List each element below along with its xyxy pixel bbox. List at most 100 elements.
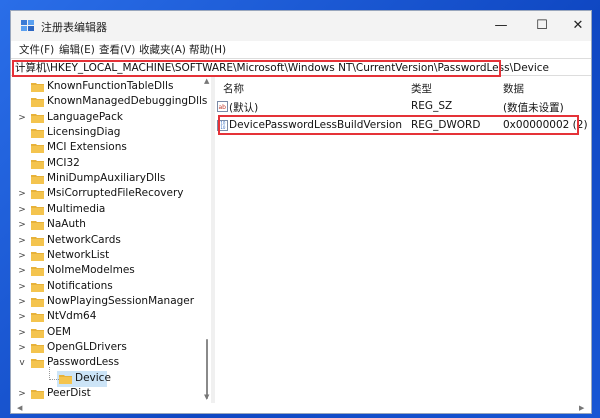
value-name: (默认) [229,102,259,114]
tree-item-networkcards[interactable]: > NetworkCards [11,233,203,249]
tree-item-minidumpauxiliarydlls[interactable]: MiniDumpAuxiliaryDlls [11,171,203,187]
chevron-right-icon[interactable]: > [17,265,27,277]
regedit-app-icon [21,20,34,31]
title-bar[interactable]: 注册表编辑器 — ☐ ✕ [11,11,591,41]
chevron-right-icon[interactable]: > [17,327,27,339]
address-bar[interactable]: 计算机\HKEY_LOCAL_MACHINE\SOFTWARE\Microsof… [11,58,591,76]
menu-bar: 文件(F) 编辑(E) 查看(V) 收藏夹(A) 帮助(H) [11,41,591,58]
column-header-name[interactable]: 名称 [223,81,244,96]
value-data: (数值未设置) [503,102,564,114]
scroll-left-arrow-icon[interactable]: ◀ [17,404,22,412]
scroll-up-arrow-icon[interactable]: ▲ [204,77,209,85]
tree-item-label: NaAuth [47,218,86,231]
tree-item-knownfunctiontabledlls[interactable]: KnownFunctionTableDlls [11,79,203,95]
tree-item-languagepack[interactable]: > LanguagePack [11,110,203,126]
values-list: 名称 类型 数据 ab (默认) REG_SZ (数值未设置) 010 110 … [215,77,591,403]
value-type: REG_SZ [411,100,453,112]
chevron-down-icon[interactable]: v [17,357,27,369]
chevron-right-icon [17,142,27,154]
chevron-right-icon[interactable]: > [17,388,27,400]
tree-item-networklist[interactable]: > NetworkList [11,248,203,264]
folder-icon [31,313,44,323]
close-button[interactable]: ✕ [568,16,588,34]
folder-icon [31,236,44,246]
minimize-button[interactable]: — [491,16,511,34]
folder-icon [31,83,44,92]
tree-item-label: KnownManagedDebuggingDlls [47,95,208,108]
menu-favorites[interactable]: 收藏夹(A) [139,42,186,57]
tree-item-notifications[interactable]: > Notifications [11,279,203,295]
tree-vertical-scrollbar[interactable]: ▲ ▼ [203,77,211,403]
menu-file[interactable]: 文件(F) [19,42,54,57]
chevron-right-icon[interactable]: > [17,250,27,262]
tree-item-noimemodelmes[interactable]: > NoImeModelmes [11,263,203,279]
folder-icon [31,359,44,369]
tree-item-opengldrivers[interactable]: > OpenGLDrivers [11,340,203,356]
tree-item-mci-extensions[interactable]: MCI Extensions [11,140,203,156]
address-path[interactable]: 计算机\HKEY_LOCAL_MACHINE\SOFTWARE\Microsof… [15,60,549,75]
folder-icon [31,98,44,108]
tree-item-multimedia[interactable]: > Multimedia [11,202,203,218]
folder-icon [31,221,44,231]
tree-item-knownmanageddebuggingdlls[interactable]: KnownManagedDebuggingDlls [11,94,207,110]
menu-view[interactable]: 查看(V) [99,42,135,57]
menu-help[interactable]: 帮助(H) [189,42,226,57]
column-header-type[interactable]: 类型 [411,81,432,96]
folder-icon [31,205,44,215]
folder-icon [31,175,44,185]
chevron-right-icon[interactable]: > [17,296,27,308]
folder-icon [31,144,44,154]
reg-sz-icon: ab [217,101,228,112]
window-title: 注册表编辑器 [41,21,107,34]
chevron-right-icon [17,158,27,170]
chevron-right-icon[interactable]: > [17,235,27,247]
scroll-thumb[interactable] [206,339,208,399]
tree-item-naauth[interactable]: > NaAuth [11,217,203,233]
value-type: REG_DWORD [411,119,481,131]
chevron-right-icon[interactable]: > [17,311,27,323]
tree-item-passwordless[interactable]: v PasswordLess [11,355,203,371]
chevron-right-icon[interactable]: > [17,219,27,231]
chevron-right-icon [35,373,45,385]
tree-item-label: NowPlayingSessionManager [47,294,195,307]
tree-item-label: OEM [47,325,71,338]
list-row[interactable]: ab (默认) REG_SZ (数值未设置) [215,99,591,115]
tree-item-msicorruptedfilerecovery[interactable]: > MsiCorruptedFileRecovery [11,186,203,202]
chevron-right-icon[interactable]: > [17,342,27,354]
folder-icon [31,343,44,353]
tree-item-label: Multimedia [47,202,106,215]
folder-icon [31,267,44,277]
tree-item-device[interactable]: Device [11,370,203,387]
chevron-right-icon[interactable]: > [17,281,27,293]
tree-item-label: Device [75,371,111,384]
folder-icon [31,190,44,200]
list-row[interactable]: 010 110 DevicePasswordLessBuildVersion R… [215,118,591,134]
folder-icon [31,129,44,139]
chevron-right-icon [17,127,27,139]
tree-item-label: LanguagePack [47,110,123,123]
folder-icon [31,282,44,292]
column-header-data[interactable]: 数据 [503,81,524,96]
maximize-button[interactable]: ☐ [532,16,552,34]
folder-icon [31,390,44,399]
tree-item-oem[interactable]: > OEM [11,325,203,341]
tree-item-label: KnownFunctionTableDlls [47,80,174,92]
tree-item-licensingdiag[interactable]: LicensingDiag [11,125,203,141]
tree-item-peerdist[interactable]: > PeerDist [11,386,203,402]
chevron-right-icon[interactable]: > [17,188,27,200]
chevron-right-icon[interactable]: > [17,204,27,216]
folder-icon [31,113,44,123]
tree-item-ntvdm64[interactable]: > NtVdm64 [11,309,203,325]
tree-item-nowplayingsessionmanager[interactable]: > NowPlayingSessionManager [11,294,203,310]
value-data: 0x00000002 (2) [503,119,588,131]
tree-item-label: NtVdm64 [47,310,97,323]
tree-item-label: NoImeModelmes [47,264,135,277]
scroll-right-arrow-icon[interactable]: ▶ [579,404,584,412]
horizontal-scrollbar[interactable]: ◀ ▶ [11,403,591,413]
folder-open-icon [59,374,72,384]
scroll-down-arrow-icon[interactable]: ▼ [204,393,209,401]
menu-edit[interactable]: 编辑(E) [59,42,95,57]
tree-item-mci32[interactable]: MCI32 [11,156,203,172]
chevron-right-icon[interactable]: > [17,112,27,124]
folder-icon [31,297,44,307]
